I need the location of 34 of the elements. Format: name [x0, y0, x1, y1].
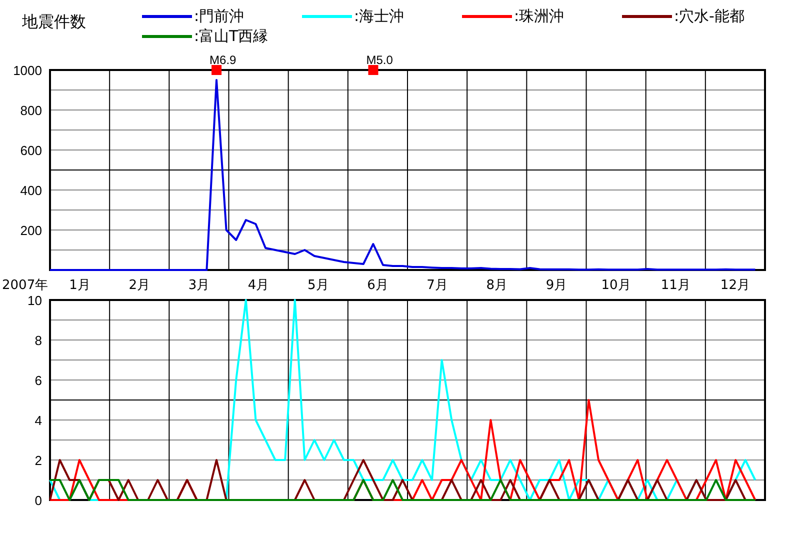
legend-label: :穴水-能都: [674, 6, 744, 27]
axis-tick-label: 4: [34, 413, 42, 428]
axis-tick-label: 12月: [720, 278, 750, 292]
axis-tick-label: 2月: [128, 278, 150, 292]
legend-label: :門前沖: [194, 6, 244, 27]
axis-tick-label: 11月: [660, 278, 690, 292]
axis-tick-label: 7月: [426, 278, 448, 292]
chart-title: 地震件数: [22, 11, 87, 32]
axis-tick-label: 10: [28, 293, 42, 308]
axis-tick-label: 8月: [486, 278, 508, 292]
event-label: M5.0: [366, 55, 393, 67]
axis-tick-label: 8: [34, 333, 42, 348]
axis-tick-label: 6月: [367, 278, 388, 292]
legend-label: :海士沖: [354, 6, 404, 27]
event-label: M6.9: [210, 55, 236, 67]
axis-tick-label: 6: [34, 373, 42, 388]
axis-tick-label: 400: [20, 183, 42, 198]
legend-label: :富山T西縁: [194, 26, 268, 47]
axis-year-label: 2007年: [2, 278, 48, 292]
axis-tick-label: 4月: [248, 278, 270, 292]
axis-tick-label: 3月: [188, 278, 210, 292]
axis-tick-label: 600: [20, 143, 42, 158]
axis-tick-label: 5月: [307, 278, 329, 292]
axis-tick-label: 800: [20, 103, 42, 118]
event-marker: [212, 65, 222, 75]
axis-tick-label: 1月: [69, 278, 90, 292]
axis-tick-label: 2: [34, 453, 42, 468]
axis-tick-label: 0: [34, 493, 42, 508]
axis-tick-label: 200: [20, 223, 42, 238]
event-marker: [368, 65, 378, 75]
axis-tick-label: 9月: [546, 278, 568, 292]
axis-tick-label: 1000: [13, 63, 42, 78]
axis-tick-label: 10月: [601, 278, 631, 292]
legend-label: :珠洲沖: [514, 6, 564, 27]
